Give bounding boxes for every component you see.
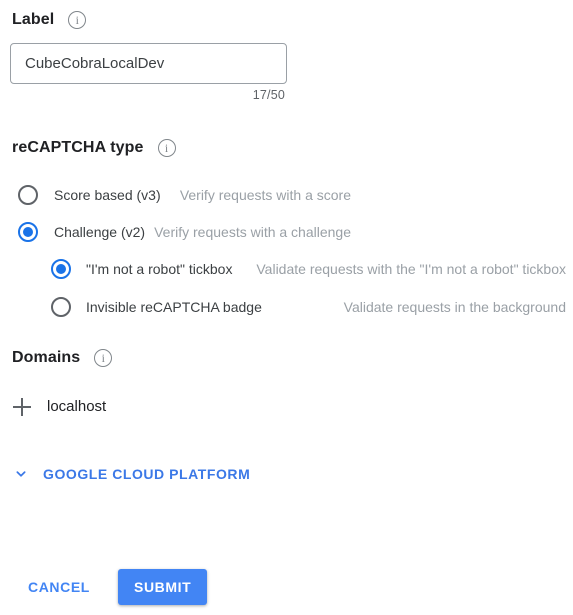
radio-option-score-based[interactable]: Score based (v3) Verify requests with a … xyxy=(0,176,573,213)
form-actions: CANCEL SUBMIT xyxy=(0,569,573,605)
google-cloud-platform-label: GOOGLE CLOUD PLATFORM xyxy=(43,466,251,482)
recaptcha-registration-form: Label i 17/50 reCAPTCHA type i Score bas… xyxy=(0,0,573,615)
info-icon[interactable]: i xyxy=(157,139,176,157)
domains-section-header: Domains i xyxy=(12,348,113,368)
radio-option-label: Invisible reCAPTCHA badge xyxy=(86,299,262,315)
radio-button[interactable] xyxy=(51,297,71,317)
info-icon-glyph: i xyxy=(101,350,105,365)
plus-icon[interactable] xyxy=(12,397,32,417)
recaptcha-type-radio-group: Score based (v3) Verify requests with a … xyxy=(0,176,573,326)
recaptcha-type-heading: reCAPTCHA type xyxy=(12,139,144,156)
info-icon[interactable]: i xyxy=(68,11,87,29)
domain-list-item[interactable]: localhost xyxy=(12,394,106,420)
domain-name: localhost xyxy=(47,398,107,415)
radio-option-description: Verify requests with a score xyxy=(179,186,351,203)
radio-button[interactable] xyxy=(51,259,71,279)
domains-heading: Domains xyxy=(12,349,81,366)
google-cloud-platform-expander[interactable]: GOOGLE CLOUD PLATFORM xyxy=(13,463,250,485)
submit-button[interactable]: SUBMIT xyxy=(118,569,208,605)
info-icon-glyph: i xyxy=(164,140,169,155)
radio-button[interactable] xyxy=(18,221,38,242)
radio-option-description: Verify requests with a challenge xyxy=(154,223,351,240)
label-input[interactable] xyxy=(10,43,287,84)
radio-option-tickbox[interactable]: "I'm not a robot" tickbox Validate reque… xyxy=(0,250,573,288)
radio-option-challenge[interactable]: Challenge (v2) Verify requests with a ch… xyxy=(0,213,573,250)
radio-option-label: Challenge (v2) xyxy=(54,223,146,240)
chevron-down-icon xyxy=(16,471,26,477)
radio-option-description: Validate requests in the background xyxy=(343,299,566,315)
radio-option-invisible-badge[interactable]: Invisible reCAPTCHA badge Validate reque… xyxy=(0,288,573,326)
character-counter: 17/50 xyxy=(252,88,285,102)
radio-option-description: Validate requests with the "I'm not a ro… xyxy=(256,261,566,277)
label-section-header: Label i xyxy=(12,10,87,30)
radio-button[interactable] xyxy=(18,184,38,205)
info-icon[interactable]: i xyxy=(94,349,113,367)
recaptcha-type-section-header: reCAPTCHA type i xyxy=(12,138,176,158)
info-icon-glyph: i xyxy=(75,12,79,27)
radio-option-label: Score based (v3) xyxy=(54,186,161,203)
radio-option-label: "I'm not a robot" tickbox xyxy=(86,261,233,277)
label-heading: Label xyxy=(12,11,55,28)
cancel-button[interactable]: CANCEL xyxy=(19,569,99,605)
